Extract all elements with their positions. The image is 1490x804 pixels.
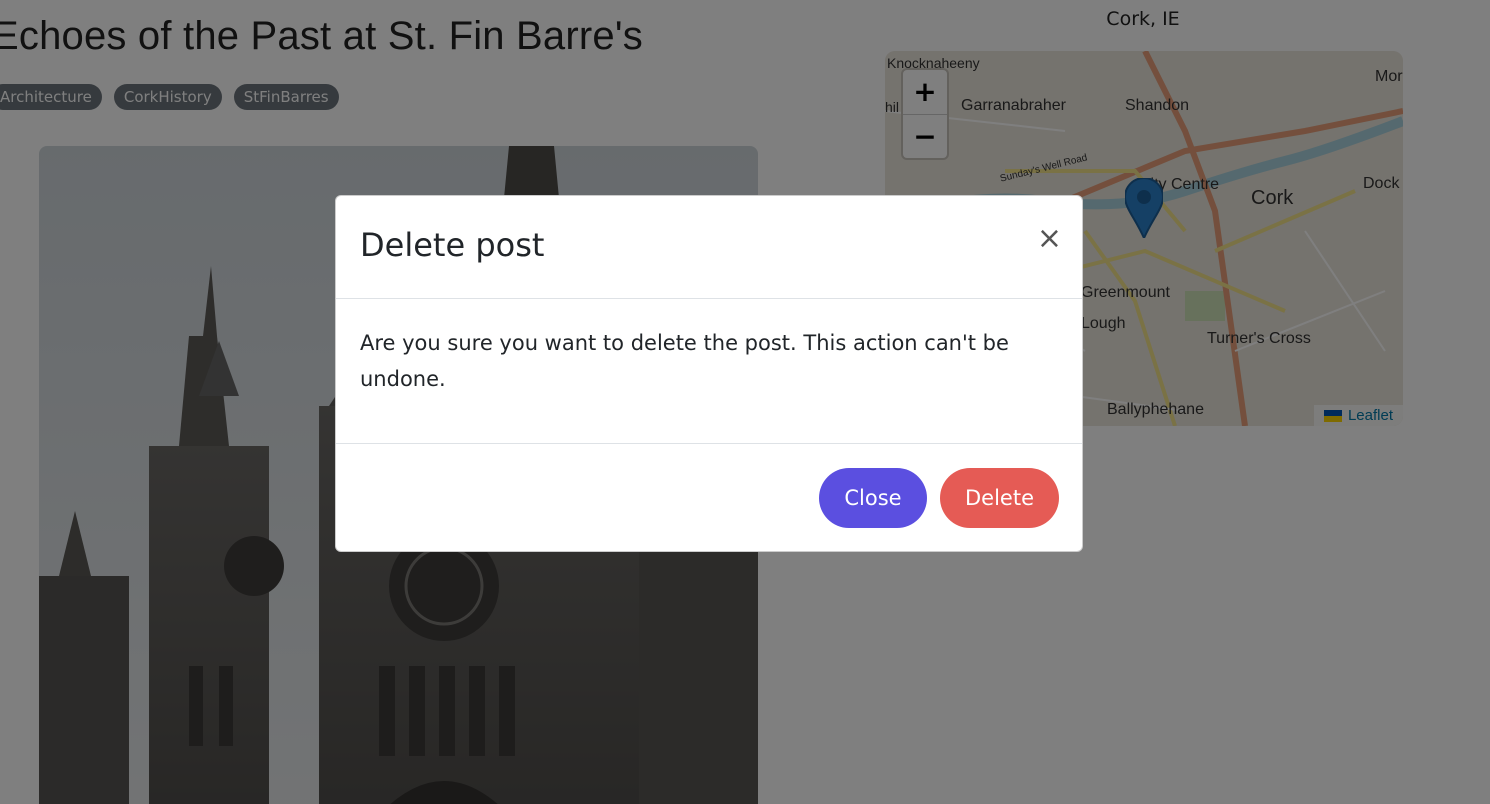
modal-footer: Close Delete: [336, 444, 1082, 552]
modal-body: Are you sure you want to delete the post…: [336, 299, 1082, 444]
modal-header: Delete post ×: [336, 196, 1082, 299]
delete-button[interactable]: Delete: [940, 468, 1059, 528]
close-button[interactable]: Close: [819, 468, 927, 528]
close-icon[interactable]: ×: [1037, 224, 1062, 254]
modal-message: Are you sure you want to delete the post…: [360, 331, 1009, 391]
modal-title: Delete post: [360, 226, 545, 264]
delete-post-modal: Delete post × Are you sure you want to d…: [335, 195, 1083, 552]
